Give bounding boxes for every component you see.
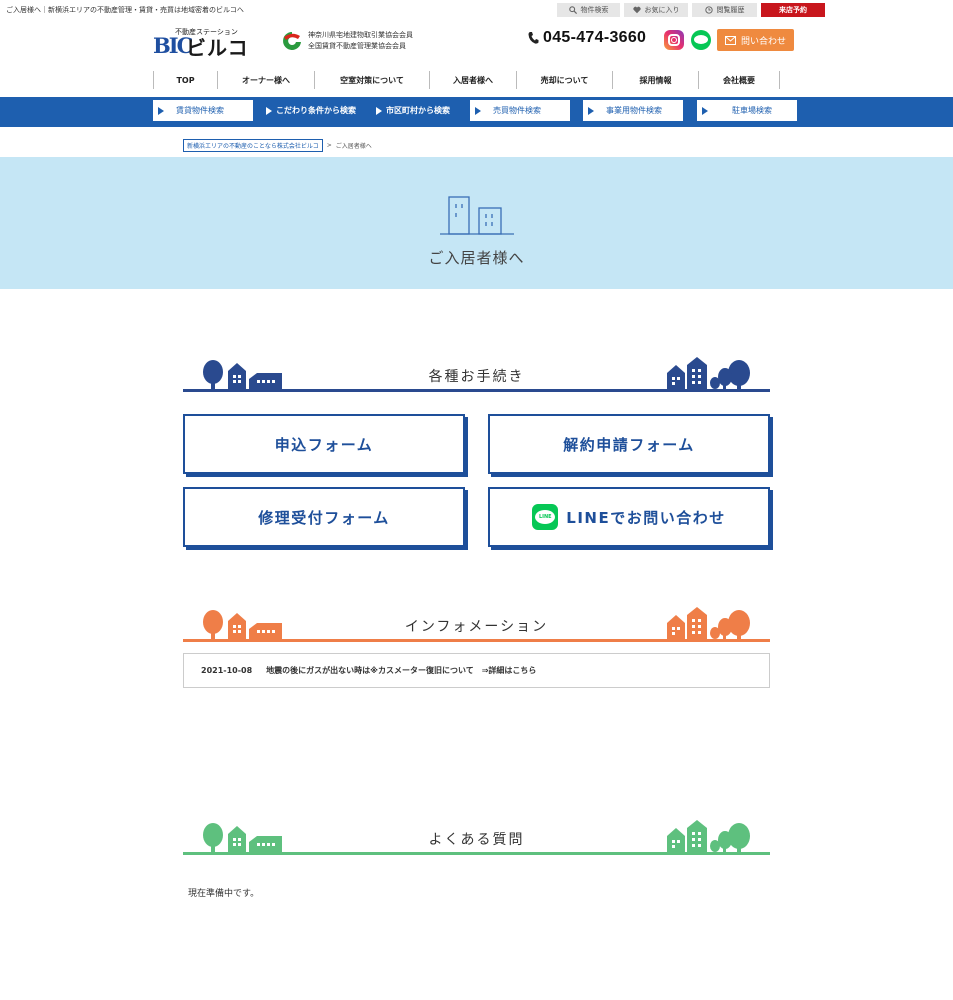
association-line-2: 全国賃貸不動産管理業協会会員 xyxy=(308,42,406,50)
town-right-icon xyxy=(667,357,750,389)
contact-button[interactable]: 問い合わせ xyxy=(717,29,794,51)
heart-icon xyxy=(632,6,641,14)
application-form-button[interactable]: 申込フォーム xyxy=(183,414,465,474)
search-icon xyxy=(568,6,577,14)
favorites-link[interactable]: お気に入り xyxy=(624,3,688,17)
mail-icon xyxy=(724,35,736,45)
procedures-underline xyxy=(183,389,770,392)
line-logo-icon: LINE xyxy=(532,504,559,530)
information-item[interactable]: 2021-10-08 地震の後にガスが出ない時は※カスメーター復旧について ⇒詳… xyxy=(183,653,770,688)
nav-vacancy[interactable]: 空室対策について xyxy=(314,71,429,89)
breadcrumb-home[interactable]: 新横浜エリアの不動産のことなら株式会社ビルコ xyxy=(183,139,323,152)
clock-icon xyxy=(704,6,713,14)
parking-search-button[interactable]: 駐車場検索 xyxy=(697,100,797,121)
property-search-label: 物件検索 xyxy=(580,6,609,14)
property-search-link[interactable]: 物件検索 xyxy=(557,3,620,17)
nav-selling[interactable]: 売却について xyxy=(516,71,612,89)
information-date: 2021-10-08 xyxy=(201,666,253,675)
visit-reservation-button[interactable]: 来店予約 xyxy=(761,3,825,17)
breadcrumb-current: ご入居者様へ xyxy=(335,143,372,150)
procedures-heading: 各種お手続き xyxy=(183,352,770,392)
main-nav: TOP オーナー様へ 空室対策について 入居者様へ 売却について 採用情報 会社… xyxy=(153,71,780,89)
cancellation-form-button[interactable]: 解約申請フォーム xyxy=(488,414,770,474)
town-right-icon xyxy=(667,820,750,852)
information-text[interactable]: 地震の後にガスが出ない時は※カスメーター復旧について ⇒詳細はこちら xyxy=(266,665,536,676)
logo-kana: ビルコ xyxy=(186,36,249,60)
building-icon xyxy=(440,196,514,235)
information-heading: インフォメーション xyxy=(183,602,770,642)
site-tagline: ご入居様へ｜新横浜エリアの不動産管理・賃貸・売買は地域密着のビルコへ xyxy=(6,6,244,14)
association-line-1: 神奈川県宅地建物取引業協会会員 xyxy=(308,31,413,39)
area-search-button[interactable]: 市区町村から検索 xyxy=(376,100,466,121)
rental-search-button[interactable]: 賃貸物件検索 xyxy=(153,100,253,121)
phone-icon xyxy=(528,32,539,44)
breadcrumb-separator: > xyxy=(326,142,332,149)
town-right-icon xyxy=(667,607,750,639)
repair-form-label: 修理受付フォーム xyxy=(258,508,390,527)
history-label: 閲覧履歴 xyxy=(716,6,745,14)
history-link[interactable]: 閲覧履歴 xyxy=(692,3,757,17)
association-emblem-icon xyxy=(283,32,301,50)
favorites-label: お気に入り xyxy=(644,6,680,14)
nav-top[interactable]: TOP xyxy=(153,71,217,89)
faq-heading: よくある質問 xyxy=(183,815,770,855)
line-inquiry-button[interactable]: LINE LINEでお問い合わせ xyxy=(488,487,770,547)
visit-reservation-label: 来店予約 xyxy=(779,6,807,14)
condition-search-button[interactable]: こだわり条件から検索 xyxy=(266,100,370,121)
association-text: 神奈川県宅地建物取引業協会会員 全国賃貸不動産管理業協会会員 xyxy=(308,30,413,52)
line-icon[interactable] xyxy=(691,30,711,50)
faq-underline xyxy=(183,852,770,855)
phone-number[interactable]: 045-474-3660 xyxy=(527,29,646,47)
contact-label: 問い合わせ xyxy=(740,36,786,47)
line-inquiry-label: LINEでお問い合わせ xyxy=(566,508,726,527)
nav-company[interactable]: 会社概要 xyxy=(698,71,780,89)
faq-placeholder-text: 現在準備中です。 xyxy=(188,889,260,899)
nav-recruit[interactable]: 採用情報 xyxy=(612,71,698,89)
hero-banner: ご入居者様へ xyxy=(0,157,953,289)
application-form-label: 申込フォーム xyxy=(274,435,374,454)
nav-residents[interactable]: 入居者様へ xyxy=(429,71,516,89)
site-logo[interactable]: 不動産ステーション BIC ビルコ xyxy=(153,27,258,60)
top-strip: ご入居様へ｜新横浜エリアの不動産管理・賃貸・売買は地域密着のビルコへ 物件検索 … xyxy=(0,0,953,20)
sale-search-button[interactable]: 売買物件検索 xyxy=(470,100,570,121)
instagram-icon[interactable] xyxy=(664,30,684,50)
information-underline xyxy=(183,639,770,642)
business-search-button[interactable]: 事業用物件検索 xyxy=(583,100,683,121)
repair-form-button[interactable]: 修理受付フォーム xyxy=(183,487,465,547)
phone-number-text: 045-474-3660 xyxy=(543,29,647,46)
breadcrumb: 新横浜エリアの不動産のことなら株式会社ビルコ > ご入居者様へ xyxy=(183,139,372,152)
nav-owners[interactable]: オーナー様へ xyxy=(217,71,314,89)
page-title: ご入居者様へ xyxy=(428,249,525,267)
search-bar: 賃貸物件検索 こだわり条件から検索 市区町村から検索 売買物件検索 事業用物件検… xyxy=(0,97,953,127)
cancellation-form-label: 解約申請フォーム xyxy=(563,435,695,454)
